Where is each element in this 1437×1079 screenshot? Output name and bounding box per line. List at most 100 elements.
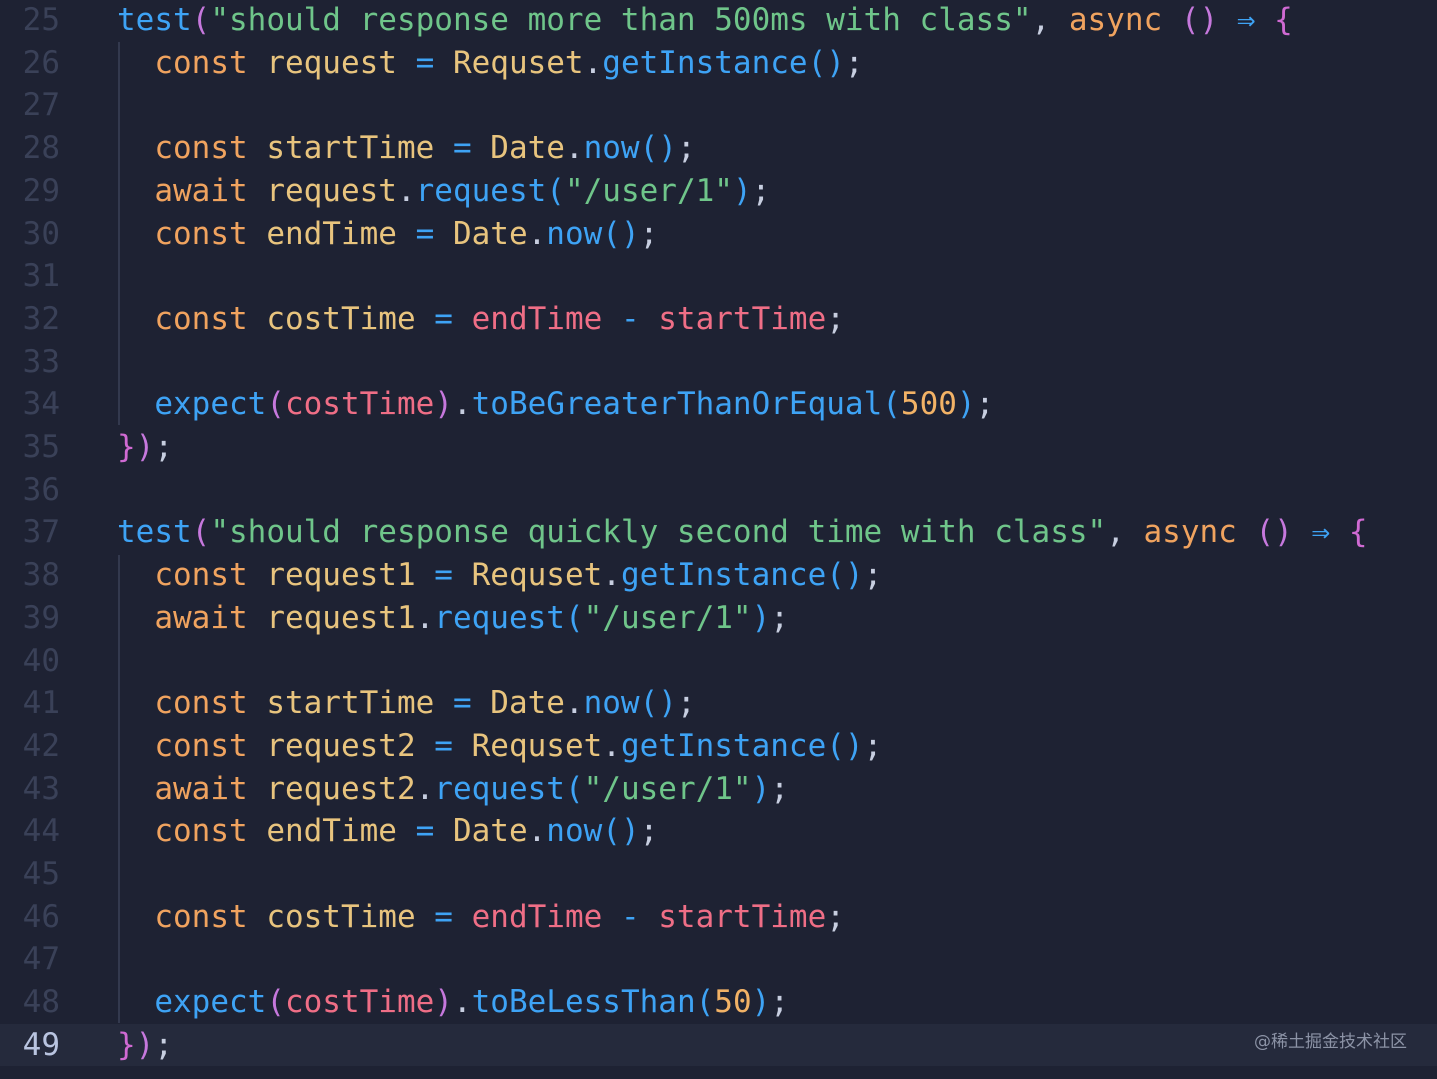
code-token: costTime [284,984,435,1021]
code-line-41[interactable]: 41 const startTime = Date.now(); [0,682,1437,725]
code-token: 500 [900,386,957,423]
code-token: request [266,44,416,81]
code-token: now [546,813,603,850]
code-token: request [434,770,565,807]
code-token: endTime [471,898,621,935]
code-token: startTime [658,898,827,935]
line-number: 37 [22,514,60,551]
code-editor[interactable]: 25 test ( "should response more than 500ms … [0,0,1437,1079]
code-token: endTime [471,300,621,337]
code-token: Date [452,215,528,252]
code-token: ) [751,599,771,636]
code-token: request [415,172,547,209]
code-line-36[interactable]: 36 [0,469,1437,512]
code-text: expect(costTime).toBeGreaterThanOrEqual(… [117,383,994,426]
code-line-28[interactable]: 28 const startTime = Date.now(); [0,127,1437,170]
line-number: 38 [22,557,60,594]
code-token: costTime [284,386,435,423]
code-line-49[interactable]: 49}); [0,1023,1437,1067]
code-line-45[interactable]: 45 [0,853,1437,896]
code-token: const [117,898,267,935]
code-text: expect(costTime).toBeLessThan(50); [117,981,789,1024]
code-line-38[interactable]: 38 const request1 = Requset.getInstance(… [0,554,1437,597]
code-token: test [117,2,192,38]
code-token: . [602,557,621,594]
code-token: ( [564,770,584,807]
code-token: Date [452,813,528,850]
code-token: ) [434,386,453,423]
code-token: getInstance [620,557,827,594]
code-line-47[interactable]: 47 [0,938,1437,981]
code-line-48[interactable]: 48 expect(costTime).toBeLessThan(50); [0,981,1437,1024]
code-token: = [434,300,472,337]
code-text: const endTime = Date.now(); [117,213,658,256]
code-token: = [434,898,472,935]
code-text: const endTime = Date.now(); [117,810,658,853]
code-token: () [1255,514,1312,551]
code-token: ) [956,386,976,423]
code-line-43[interactable]: 43 await request2.request("/user/1"); [0,768,1437,811]
code-token: Requset [471,557,603,594]
code-token: = [415,813,453,850]
code-token: () [602,813,640,850]
line-number: 44 [22,813,60,850]
code-line-37[interactable]: 37 test("should response quickly second t… [0,511,1437,554]
code-line-32[interactable]: 32 const costTime = endTime - startTime; [0,298,1437,341]
code-line-27[interactable]: 27 [0,84,1437,127]
code-line-31[interactable]: 31 [0,255,1437,298]
code-token: ; [676,130,696,167]
code-token: const [117,130,267,167]
code-token: ( [546,172,565,209]
code-token: now [546,215,603,252]
line-number: 35 [22,429,60,465]
line-number: 47 [22,941,60,978]
code-token: } [117,1026,136,1063]
line-number: 36 [22,471,60,508]
line-number: 42 [22,727,60,764]
code-text: const request2 = Requset.getInstance(); [117,725,882,768]
code-line-34[interactable]: 34 expect(costTime).toBeGreaterThanOrEqu… [0,383,1437,426]
code-token: ) [434,984,453,1021]
code-token: ⇒ [1311,514,1349,551]
code-line-40[interactable]: 40 [0,640,1437,683]
code-line-44[interactable]: 44 const endTime = Date.now(); [0,810,1437,853]
code-line-35[interactable]: 35}); [0,426,1437,469]
code-line-33[interactable]: 33 [0,341,1437,384]
code-line-39[interactable]: 39 await request1.request("/user/1"); [0,597,1437,640]
code-token: request2 [266,770,416,807]
code-token: costTime [266,300,435,337]
code-token: now [583,685,640,722]
code-token: = [415,215,453,252]
code-token: const [117,813,267,850]
code-token: = [434,557,472,594]
line-number: 34 [22,386,60,423]
code-line-46[interactable]: 46 const costTime = endTime - startTime; [0,896,1437,939]
line-number: 45 [22,856,60,892]
code-line-25[interactable]: 25 test("should response more than 500ms … [0,0,1437,42]
line-number: 25 [22,2,60,38]
code-token: ( [695,984,715,1021]
code-token: ; [154,1026,174,1063]
code-token: const [117,557,267,594]
code-token: - [620,898,659,935]
code-token: . [564,130,584,167]
code-token: endTime [266,215,416,252]
code-token: } [117,429,136,465]
code-text: const request = Requset.getInstance(); [117,42,863,85]
code-token: Requset [452,44,584,81]
code-line-29[interactable]: 29 await request.request("/user/1"); [0,170,1437,213]
code-text: await request1.request("/user/1"); [117,597,789,640]
code-token: ( [564,599,584,636]
code-token: { [1348,514,1368,551]
code-line-42[interactable]: 42 const request2 = Requset.getInstance(… [0,725,1437,768]
code-token: Date [490,685,565,722]
code-line-26[interactable]: 26 const request = Requset.getInstance()… [0,42,1437,85]
line-number: 27 [22,87,60,124]
code-text: const costTime = endTime - startTime; [117,896,845,939]
code-line-30[interactable]: 30 const endTime = Date.now(); [0,213,1437,256]
code-token: request2 [266,727,435,764]
code-text: }); [117,426,173,469]
code-token: , [1031,2,1069,38]
code-token: async [1068,2,1181,38]
code-token: "should response more than 500ms with cl… [210,2,1032,38]
